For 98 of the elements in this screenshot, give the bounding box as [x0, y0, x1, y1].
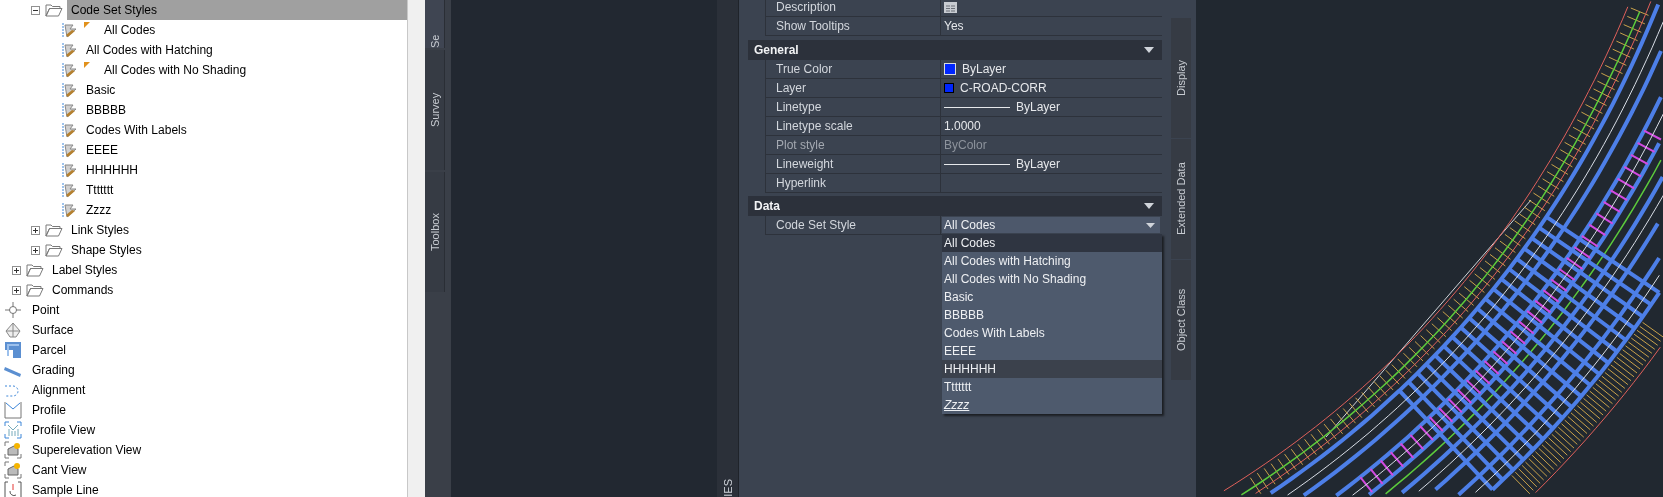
style-icon — [62, 141, 78, 159]
dropdown-option[interactable]: Zzzz — [942, 396, 1162, 414]
side-tab[interactable]: Toolbox — [425, 172, 445, 292]
property-label: Code Set Style — [766, 216, 941, 234]
tree-item[interactable]: Alignment — [28, 380, 90, 400]
object-type-icon — [4, 421, 22, 439]
style-icon — [62, 81, 78, 99]
property-value: Yes — [944, 19, 964, 33]
dropdown-option[interactable]: BBBBB — [942, 306, 1162, 324]
property-label: Show Tooltips — [766, 17, 941, 35]
tree-item[interactable]: Code Set Styles — [67, 0, 407, 20]
tree-item[interactable]: BBBBB — [82, 100, 131, 120]
tree-item[interactable]: Link Styles — [67, 220, 134, 240]
expand-toggle[interactable] — [31, 245, 40, 255]
tree-item[interactable]: All Codes — [100, 20, 160, 40]
property-value: C-ROAD-CORR — [960, 81, 1047, 95]
tree-item[interactable]: Point — [28, 300, 64, 320]
side-tab[interactable]: Object Class — [1171, 260, 1191, 380]
object-type-icon — [4, 441, 22, 459]
folder-icon — [45, 223, 63, 237]
table-editor-icon[interactable] — [944, 1, 957, 13]
collapse-caret-icon[interactable] — [1144, 203, 1154, 209]
tree-item[interactable]: Surface — [28, 320, 78, 340]
line-sample — [944, 106, 1010, 108]
property-label: Linetype scale — [766, 117, 941, 135]
property-label: Lineweight — [766, 155, 941, 173]
tree-item[interactable]: Zzzz — [82, 200, 116, 220]
folder-icon — [45, 243, 63, 257]
property-value: ByLayer — [962, 62, 1007, 76]
side-tab[interactable]: Display — [1171, 18, 1191, 138]
property-value: 1.0000 — [944, 119, 981, 133]
collapse-caret-icon[interactable] — [1144, 47, 1154, 53]
object-type-icon — [4, 461, 22, 479]
property-label: Layer — [766, 79, 941, 97]
object-type-icon — [4, 301, 22, 319]
tree-item[interactable]: Basic — [82, 80, 120, 100]
expand-toggle[interactable] — [31, 225, 40, 235]
tree-item[interactable]: Commands — [48, 280, 118, 300]
tree-item[interactable]: EEEE — [82, 140, 122, 160]
dropdown-option[interactable]: EEEE — [942, 342, 1162, 360]
property-label: Description — [766, 0, 941, 16]
tree-item[interactable]: Grading — [28, 360, 79, 380]
corner-flag-icon — [84, 62, 90, 68]
tree-item[interactable]: All Codes with Hatching — [82, 40, 217, 60]
dropdown-option[interactable]: Ttttttt — [942, 378, 1162, 396]
style-icon — [62, 21, 78, 39]
expand-toggle[interactable] — [12, 285, 21, 295]
tree-item[interactable]: Codes With Labels — [82, 120, 191, 140]
style-icon — [62, 41, 78, 59]
side-tab[interactable]: Survey — [425, 50, 445, 170]
object-type-icon — [4, 401, 22, 419]
tree-item[interactable]: Sample Line — [28, 480, 103, 497]
caret-icon[interactable] — [1146, 222, 1155, 228]
property-value: ByColor — [944, 138, 987, 152]
tree-item[interactable]: Label Styles — [48, 260, 122, 280]
folder-icon — [26, 283, 44, 297]
tree-item[interactable]: Profile View — [28, 420, 100, 440]
tree-item[interactable]: Parcel — [28, 340, 70, 360]
tree-item[interactable]: Shape Styles — [67, 240, 146, 260]
line-sample — [944, 163, 1010, 165]
object-type-icon — [4, 321, 22, 339]
style-icon — [62, 161, 78, 179]
property-label: Linetype — [766, 98, 941, 116]
expand-toggle[interactable] — [12, 265, 21, 275]
object-type-icon — [4, 341, 22, 359]
style-icon — [62, 181, 78, 199]
tree-item[interactable]: Superelevation View — [28, 440, 146, 460]
dropdown-option[interactable]: Codes With Labels — [942, 324, 1162, 342]
dropdown-option[interactable]: All Codes with Hatching — [942, 252, 1162, 270]
expand-toggle[interactable] — [31, 5, 40, 15]
palette-title: IES — [721, 479, 734, 497]
side-tab[interactable]: Extended Data — [1171, 139, 1191, 259]
tree-item[interactable]: All Codes with No Shading — [100, 60, 251, 80]
style-icon — [62, 101, 78, 119]
property-label: Hyperlink — [766, 174, 941, 192]
object-type-icon — [4, 481, 22, 497]
tree-item[interactable]: Profile — [28, 400, 70, 420]
dropdown-option[interactable]: HHHHHH — [942, 360, 1162, 378]
tree-item[interactable]: HHHHHH — [82, 160, 142, 180]
dropdown-field[interactable]: All Codes — [942, 217, 1160, 233]
folder-icon — [45, 3, 63, 17]
section-header[interactable]: Data — [748, 196, 1162, 216]
tree-item[interactable]: Ttttttt — [82, 180, 118, 200]
dropdown-option[interactable]: Basic — [942, 288, 1162, 306]
dropdown-option[interactable]: All Codes — [942, 234, 1162, 252]
side-tab[interactable]: Se — [425, 0, 445, 48]
dropdown-option[interactable]: All Codes with No Shading — [942, 270, 1162, 288]
style-icon — [62, 121, 78, 139]
section-header[interactable]: General — [748, 40, 1162, 60]
tree-item[interactable]: Cant View — [28, 460, 91, 480]
style-icon — [62, 61, 78, 79]
style-icon — [62, 201, 78, 219]
property-value: ByLayer — [1016, 157, 1061, 171]
folder-icon — [26, 263, 44, 277]
property-value: ByLayer — [1016, 100, 1061, 114]
property-label: Plot style — [766, 136, 941, 154]
corner-flag-icon — [84, 22, 90, 28]
property-label: True Color — [766, 60, 941, 78]
